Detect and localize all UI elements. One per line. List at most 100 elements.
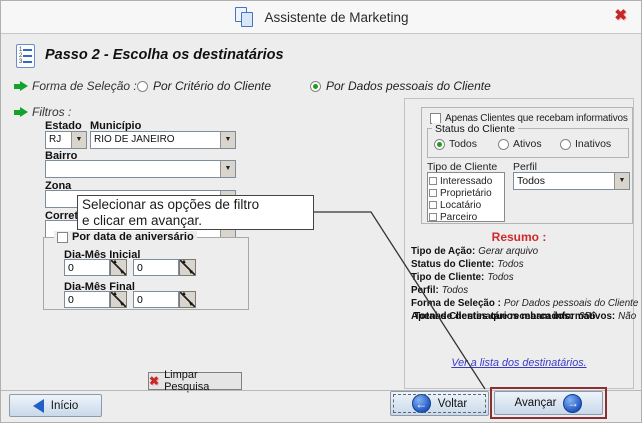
chevron-down-icon[interactable]: ▼ [220, 132, 235, 148]
window-title: Assistente de Marketing [264, 10, 409, 25]
item-label: Parceiro [440, 211, 478, 223]
item-checkbox[interactable] [429, 177, 437, 185]
list-item[interactable]: Parceiro [429, 211, 503, 223]
radio-por-criterio[interactable]: Por Critério do Cliente [137, 79, 271, 93]
chevron-down-icon[interactable]: ▼ [220, 161, 235, 177]
radio-icon-selected[interactable] [434, 138, 445, 150]
resumo-row-label: Forma de Seleção : [411, 298, 501, 309]
spinner-icon[interactable] [179, 259, 196, 276]
list-item[interactable]: Locatário [429, 199, 503, 211]
voltar-button[interactable]: ← Voltar [390, 391, 489, 416]
radio-icon[interactable] [137, 80, 148, 92]
dia-final-input[interactable] [64, 291, 110, 308]
resumo-row: Tipo de Cliente: Todos [411, 271, 633, 284]
resumo-row-value: Todos [497, 259, 524, 270]
list-item[interactable]: Proprietário [429, 187, 503, 199]
resumo-row-label: Tipo de Cliente: [411, 272, 485, 283]
perfil-value: Todos [517, 175, 546, 187]
filtros-label: Filtros : [32, 105, 72, 119]
estado-combo[interactable]: RJ ▼ [45, 131, 87, 149]
resumo-row: Forma de Seleção : Por Dados pessoais do … [411, 297, 638, 310]
resumo-heading: Resumo : [491, 230, 547, 244]
municipio-combo[interactable]: RIO DE JANEIRO ▼ [90, 131, 236, 149]
avancar-button[interactable]: Avançar → [494, 391, 603, 415]
radio-icon[interactable] [498, 138, 509, 150]
radio-label: Por Dados pessoais do Cliente [326, 79, 491, 93]
status-group: Status do Cliente Todos Ativos Inativos [427, 123, 629, 158]
bairro-combo[interactable]: ▼ [45, 160, 236, 178]
limpar-pesquisa-button[interactable]: ✖ Limpar Pesquisa [148, 369, 242, 393]
close-icon[interactable]: ✖ [614, 6, 627, 24]
inicio-label: Início [50, 399, 79, 412]
title-bar: Assistente de Marketing ✖ [1, 1, 641, 34]
radio-status-todos[interactable]: Todos [434, 138, 477, 150]
resumo-row: Tipo de Ação: Gerar arquivo [411, 245, 633, 258]
resumo-total-label: Total de destinatários marcados: [414, 311, 573, 322]
green-arrow-icon [14, 81, 28, 91]
chevron-down-icon[interactable]: ▼ [71, 132, 86, 148]
forma-selecao-label: Forma de Seleção : [32, 79, 137, 93]
resumo-row-value: Não [618, 311, 637, 322]
item-checkbox[interactable] [429, 201, 437, 209]
resumo-row-value: Todos [487, 272, 514, 283]
mes-final-input[interactable] [133, 291, 179, 308]
item-label: Proprietário [440, 187, 492, 199]
resumo-row-value: Por Dados pessoais do Cliente [503, 298, 639, 309]
item-checkbox[interactable] [429, 213, 437, 221]
item-label: Interessado [440, 175, 493, 187]
voltar-label: Voltar [437, 397, 468, 410]
resumo-row-value: Gerar arquivo [478, 246, 539, 257]
ver-lista-link[interactable]: Ver a lista dos destinatários. [405, 357, 633, 369]
radio-status-ativos[interactable]: Ativos [498, 138, 542, 150]
arrow-left-icon [32, 398, 44, 413]
aniversario-legend[interactable]: Por data de aniversário [54, 231, 197, 243]
radio-label: Ativos [513, 138, 542, 150]
aniversario-checkbox[interactable] [57, 231, 68, 243]
step-list-icon: 1 2 3 [16, 44, 35, 68]
spinner-icon[interactable] [110, 291, 127, 308]
mes-inicial-input[interactable] [133, 259, 179, 276]
callout-tooltip: Selecionar as opções de filtro e clicar … [77, 195, 314, 230]
aniversario-label: Por data de aniversário [72, 231, 194, 243]
perfil-combo[interactable]: Todos ▼ [513, 172, 630, 190]
resumo-row: Status do Cliente: Todos [411, 258, 633, 271]
radio-status-inativos[interactable]: Inativos [560, 138, 611, 150]
estado-value: RJ [49, 134, 62, 145]
red-x-icon: ✖ [149, 374, 160, 388]
chevron-down-icon[interactable]: ▼ [614, 173, 629, 189]
tipo-cliente-listbox[interactable]: Interessado Proprietário Locatário Parce… [427, 172, 505, 223]
spinner-icon[interactable] [179, 291, 196, 308]
green-arrow-icon [14, 107, 28, 117]
resumo-row-label: Perfil: [411, 285, 439, 296]
client-filter-group: Apenas Clientes que recebam informativos… [421, 107, 633, 224]
tooltip-line1: Selecionar as opções de filtro [82, 197, 260, 212]
page-title: Passo 2 - Escolha os destinatários [45, 47, 284, 63]
radio-label: Por Critério do Cliente [153, 79, 272, 93]
arrow-right-circle-icon: → [563, 393, 583, 413]
aniversario-group: Por data de aniversário Dia-Mês Inicial … [43, 231, 249, 310]
resumo-row: Perfil: Todos [411, 284, 633, 297]
resumo-total-value: 056 [578, 311, 596, 322]
radio-por-dados-pessoais[interactable]: Por Dados pessoais do Cliente [310, 79, 491, 93]
radio-label: Inativos [575, 138, 612, 150]
arrow-left-circle-icon: ← [411, 394, 431, 413]
list-item[interactable]: Interessado [429, 175, 503, 187]
resumo-total: Total de destinatários marcados: 056 [414, 311, 596, 322]
resumo-row-label: Tipo de Ação: [411, 246, 476, 257]
resumo-row-label: Status do Cliente: [411, 259, 495, 270]
item-label: Locatário [440, 199, 482, 211]
marketing-wizard-dialog: Assistente de Marketing ✖ 1 2 3 Passo 2 … [0, 0, 642, 423]
radio-icon[interactable] [560, 138, 571, 150]
dia-inicial-input[interactable] [64, 259, 110, 276]
radio-icon-selected[interactable] [310, 80, 321, 92]
avancar-label: Avançar [514, 397, 557, 409]
item-checkbox[interactable] [429, 189, 437, 197]
copy-pages-icon [235, 7, 255, 28]
resumo-row-value: Todos [441, 285, 469, 296]
spinner-icon[interactable] [110, 259, 127, 276]
municipio-value: RIO DE JANEIRO [94, 134, 175, 145]
inicio-button[interactable]: Início [9, 394, 102, 417]
status-label: Status do Cliente [432, 123, 518, 135]
options-panel: Apenas Clientes que recebam informativos… [404, 98, 638, 389]
tooltip-line2: e clicar em avançar. [82, 213, 203, 228]
